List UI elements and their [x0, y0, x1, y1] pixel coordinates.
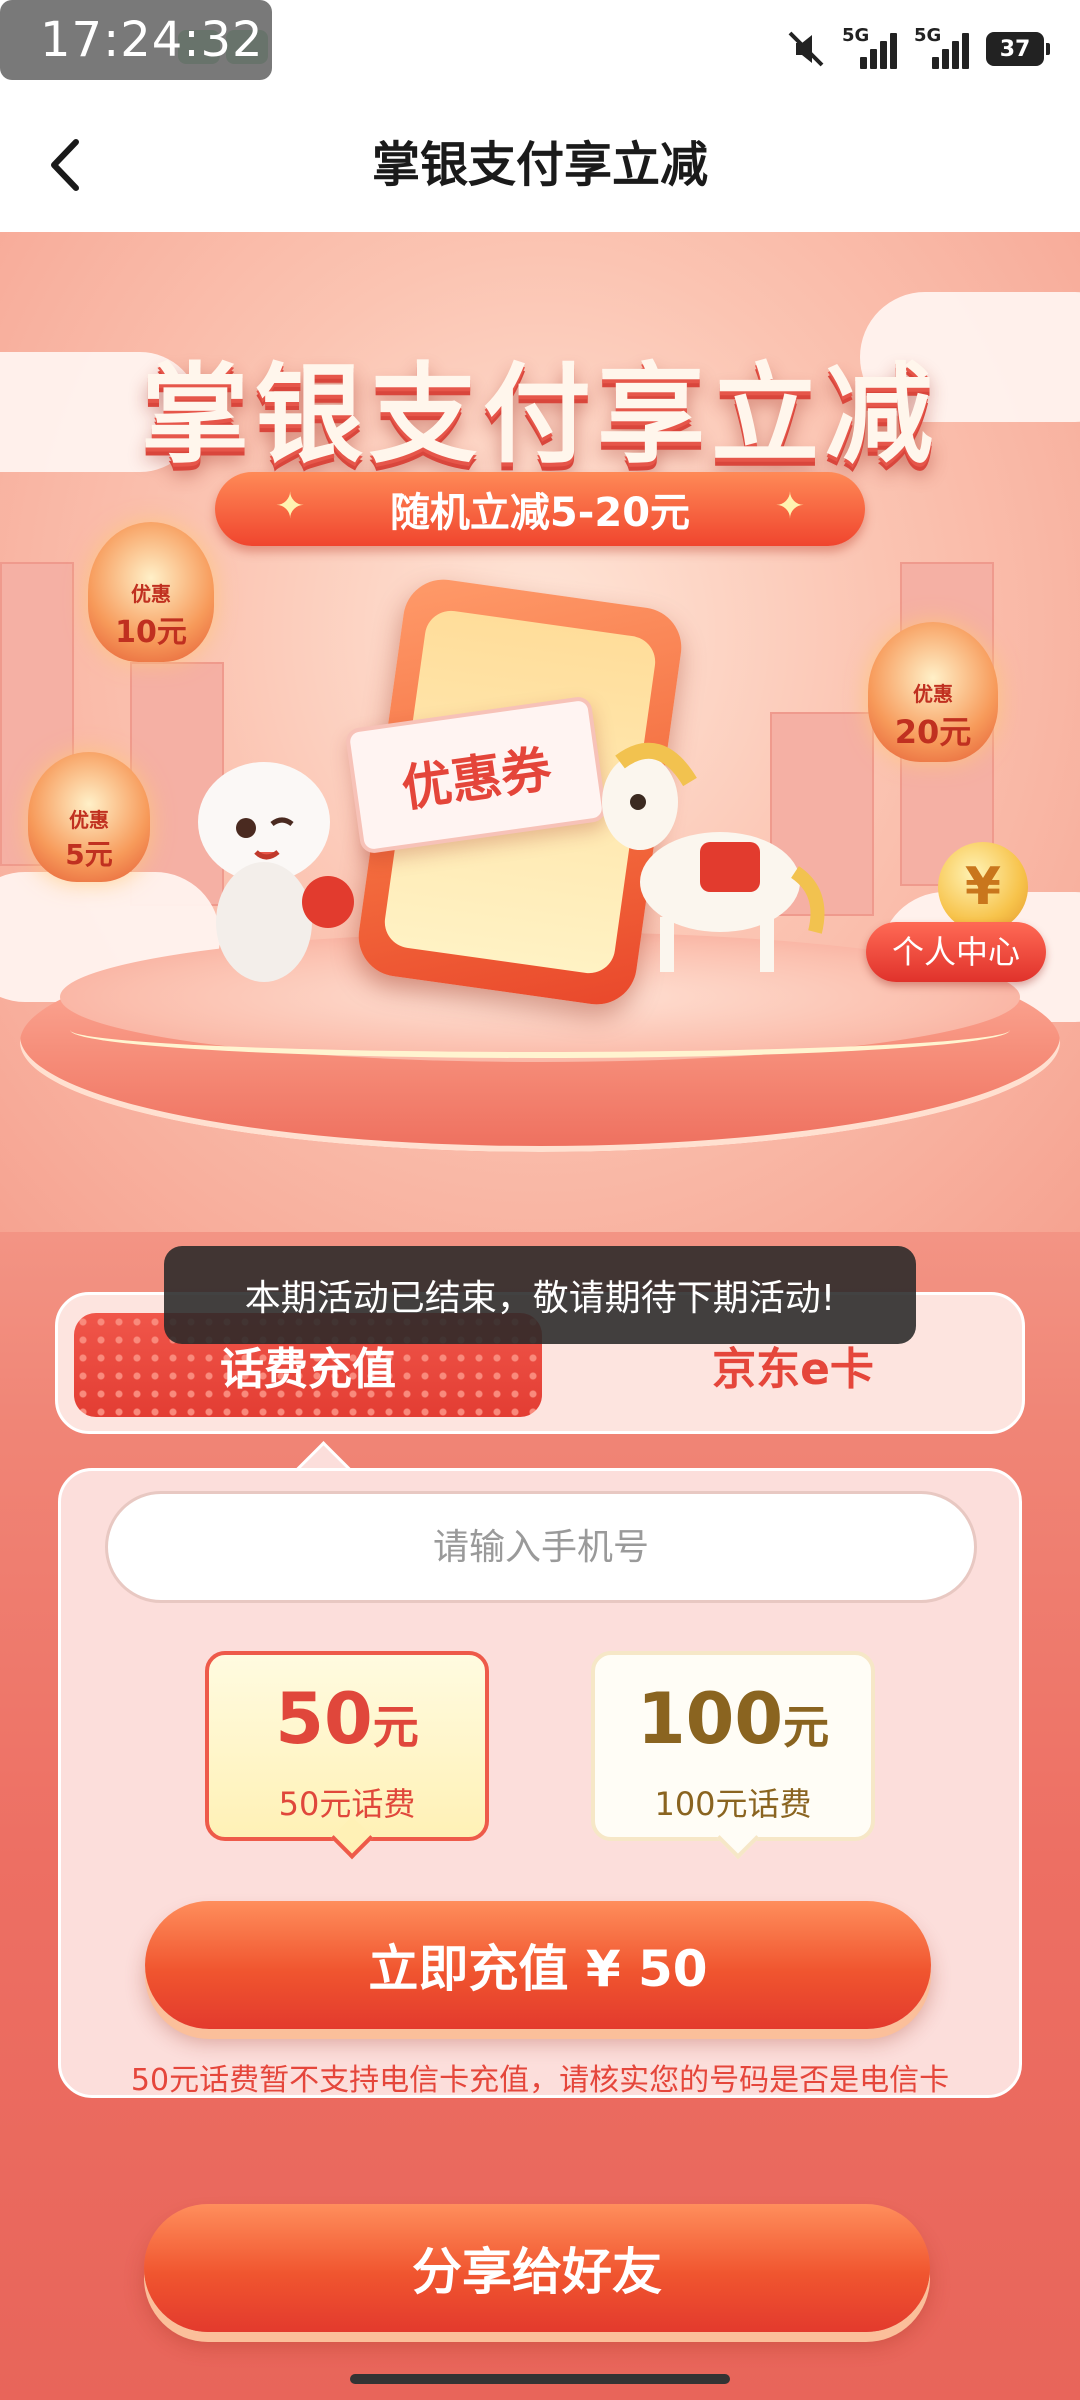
- mute-icon: [788, 31, 824, 67]
- nav-bar: 掌银支付享立减: [0, 98, 1080, 232]
- amount-value: 100元: [595, 1679, 871, 1767]
- lantern-amount: 10元: [115, 615, 187, 650]
- amount-subtitle: 100元话费: [654, 1785, 812, 1823]
- signal-icon: 5G: [842, 25, 900, 69]
- network-type: 5G: [914, 25, 942, 46]
- amount-number: 50: [275, 1678, 373, 1760]
- personal-center-button[interactable]: 个人中心: [866, 922, 1046, 982]
- lantern-label: 优惠: [69, 808, 109, 832]
- amount-subtitle: 50元话费: [278, 1785, 416, 1823]
- amount-option-50[interactable]: 50元 50元话费: [205, 1651, 489, 1860]
- battery-icon: 37: [986, 32, 1050, 66]
- status-time: 17:24:32: [0, 0, 272, 80]
- lantern-label: 优惠: [131, 582, 171, 606]
- hero-ribbon: ✦ 随机立减5-20元 ✦: [215, 472, 865, 546]
- lantern-decoration: 优惠 10元: [88, 522, 214, 662]
- sparkle-icon: ✦: [774, 486, 805, 527]
- page-title: 掌银支付享立减: [371, 137, 708, 193]
- hero-banner: 掌银支付享立减 ✦ 随机立减5-20元 ✦ 优惠 10元 优惠 20元 优惠 5…: [0, 232, 1080, 1232]
- share-button[interactable]: 分享给好友: [144, 2204, 930, 2332]
- amount-number: 100: [636, 1678, 784, 1760]
- home-indicator[interactable]: [350, 2374, 730, 2384]
- status-bar: 17:24:32 5G 5G 37: [0, 0, 1080, 98]
- lantern-decoration: 优惠 20元: [868, 622, 998, 762]
- mascot-illustration: [198, 762, 354, 982]
- lantern-decoration: 优惠 5元: [28, 752, 150, 882]
- recharge-button[interactable]: 立即充值 ¥ 50: [145, 1901, 931, 2029]
- recharge-notice: 50元话费暂不支持电信卡充值，请核实您的号码是否是电信卡: [130, 2063, 950, 2098]
- amount-unit: 元: [372, 1700, 419, 1754]
- page-content: 掌银支付享立减 ✦ 随机立减5-20元 ✦ 优惠 10元 优惠 20元 优惠 5…: [0, 232, 1080, 2400]
- lantern-amount: 20元: [894, 713, 972, 751]
- sparkle-icon: ✦: [275, 486, 306, 527]
- hero-title: 掌银支付享立减: [140, 353, 939, 478]
- toast-message: 本期活动已结束，敬请期待下期活动!: [164, 1246, 916, 1344]
- lantern-amount: 5元: [65, 838, 113, 871]
- status-icons: 5G 5G 37: [784, 25, 1050, 72]
- recharge-card: 50元 50元话费 100元 100元话费 立即充值 ¥ 50 50元话费暂不支…: [58, 1468, 1022, 2098]
- network-type: 5G: [842, 25, 870, 46]
- horse-illustration: [602, 742, 825, 972]
- coin-icon: ¥: [938, 842, 1028, 932]
- signal-icon: 5G: [914, 25, 972, 69]
- podium-glow: [70, 1002, 1010, 1058]
- lantern-label: 优惠: [913, 682, 953, 706]
- ribbon-text: 随机立减5-20元: [389, 490, 691, 536]
- amount-option-100[interactable]: 100元 100元话费: [591, 1651, 875, 1860]
- phone-input[interactable]: [105, 1491, 977, 1603]
- amount-value: 50元: [209, 1679, 485, 1767]
- amount-unit: 元: [783, 1700, 830, 1754]
